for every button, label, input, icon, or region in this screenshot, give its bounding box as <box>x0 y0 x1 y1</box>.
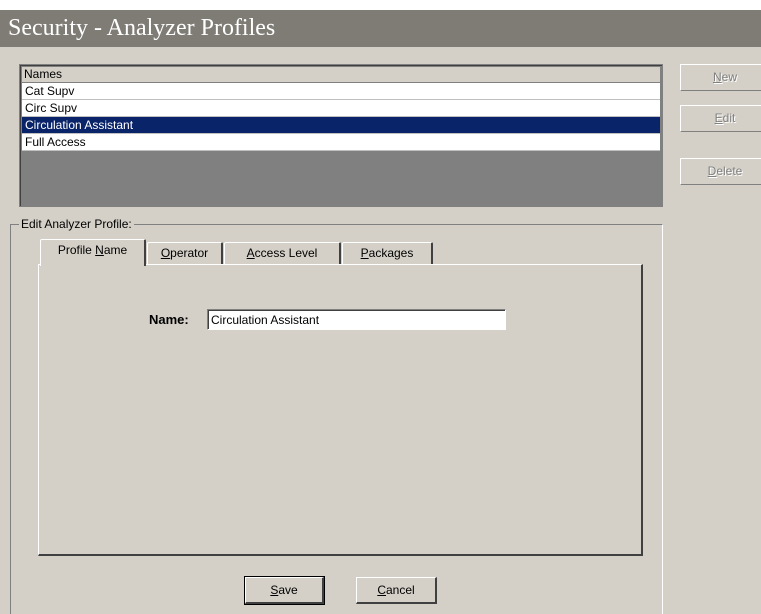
list-item-circ-supv[interactable]: Circ Supv <box>22 100 660 117</box>
names-listbox[interactable]: Names Cat Supv Circ Supv Circulation Ass… <box>19 64 663 207</box>
edit-button[interactable]: Edit <box>680 105 761 132</box>
names-column-header[interactable]: Names <box>22 67 660 83</box>
tab-packages[interactable]: Packages <box>342 242 433 264</box>
window-title: Security - Analyzer Profiles <box>0 10 761 47</box>
list-item-full-access[interactable]: Full Access <box>22 134 660 151</box>
edit-profile-group-label: Edit Analyzer Profile: <box>19 217 134 231</box>
analyzer-profiles-window: Security - Analyzer Profiles Names Cat S… <box>0 10 761 614</box>
tab-operator[interactable]: Operator <box>147 242 223 264</box>
cancel-button[interactable]: Cancel <box>356 577 437 604</box>
new-button[interactable]: New <box>680 64 761 91</box>
tab-access-level[interactable]: Access Level <box>224 242 341 264</box>
list-item-circulation-assistant[interactable]: Circulation Assistant <box>22 117 660 134</box>
profile-name-tab-panel: Name: Circulation Assistant <box>38 264 643 556</box>
save-button[interactable]: Save <box>244 576 325 605</box>
name-input[interactable]: Circulation Assistant <box>207 309 506 330</box>
name-label: Name: <box>149 312 189 327</box>
delete-button[interactable]: Delete <box>680 158 761 185</box>
tab-profile-name[interactable]: Profile Name <box>40 239 146 266</box>
list-item-cat-supv[interactable]: Cat Supv <box>22 83 660 100</box>
